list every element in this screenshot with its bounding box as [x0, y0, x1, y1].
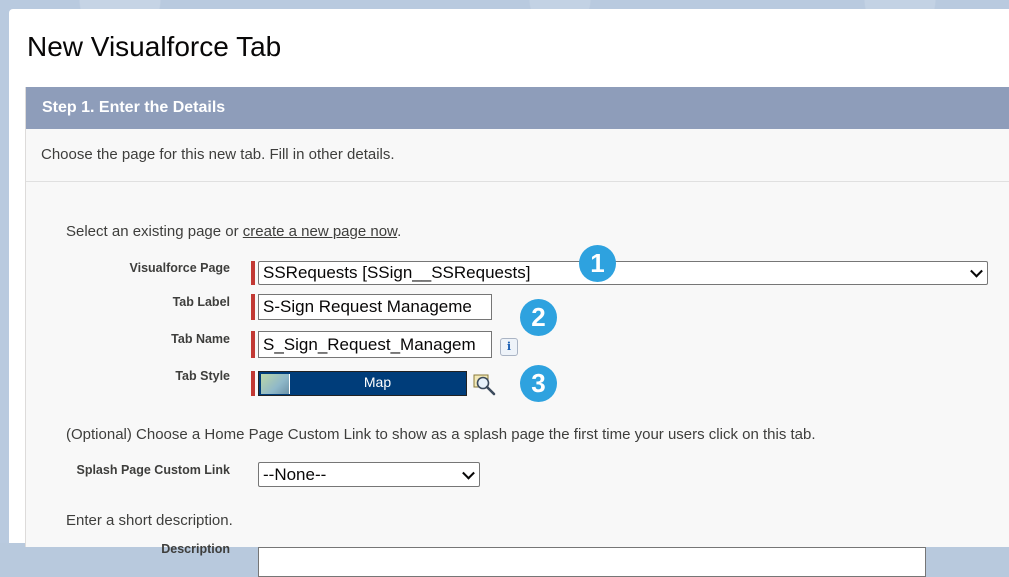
intro-text: Select an existing page or create a new …	[66, 223, 401, 240]
step-subtitle: Choose the page for this new tab. Fill i…	[26, 129, 1009, 182]
required-indicator	[251, 371, 255, 396]
annotation-badge-1: 1	[579, 245, 616, 282]
annotation-badge-3: 3	[520, 365, 557, 402]
tab-label-input[interactable]: S-Sign Request Manageme	[258, 294, 492, 320]
chevron-down-icon	[970, 264, 983, 278]
description-textarea[interactable]	[258, 547, 926, 577]
description-label: Description	[161, 542, 230, 556]
required-indicator	[251, 261, 255, 285]
content-card: New Visualforce Tab Step 1. Enter the De…	[9, 9, 1009, 577]
splash-value: --None--	[263, 465, 327, 484]
tab-label-value: S-Sign Request Manageme	[263, 297, 472, 316]
visualforce-page-select[interactable]: SSRequests [SSign__SSRequests]	[258, 261, 988, 285]
visualforce-page-label: Visualforce Page	[129, 261, 230, 275]
map-icon	[261, 374, 290, 394]
tab-name-input[interactable]: S_Sign_Request_Managem	[258, 331, 492, 358]
tab-name-value: S_Sign_Request_Managem	[263, 335, 476, 354]
splash-text: (Optional) Choose a Home Page Custom Lin…	[66, 426, 816, 443]
splash-page-select[interactable]: --None--	[258, 462, 480, 487]
lookup-search-icon[interactable]	[473, 374, 497, 396]
tab-label-label: Tab Label	[172, 295, 230, 309]
tab-style-label: Tab Style	[175, 369, 230, 383]
intro-text-after: .	[397, 223, 402, 240]
tab-style-display: Map	[258, 371, 467, 396]
info-icon[interactable]: i	[500, 338, 518, 356]
annotation-badge-2: 2	[520, 299, 557, 336]
create-new-page-link[interactable]: create a new page now	[243, 223, 397, 240]
tab-style-value: Map	[363, 374, 392, 390]
page-title: New Visualforce Tab	[27, 31, 282, 62]
tab-name-label: Tab Name	[171, 332, 230, 346]
chevron-down-icon	[462, 466, 475, 480]
step-header: Step 1. Enter the Details	[26, 87, 1009, 129]
splash-label: Splash Page Custom Link	[76, 463, 230, 477]
description-prompt: Enter a short description.	[66, 512, 233, 529]
visualforce-page-value: SSRequests [SSign__SSRequests]	[263, 263, 531, 282]
required-indicator	[251, 331, 255, 358]
step-panel: Step 1. Enter the Details Choose the pag…	[25, 87, 1009, 577]
required-indicator	[251, 294, 255, 320]
intro-text-before: Select an existing page or	[66, 223, 243, 240]
